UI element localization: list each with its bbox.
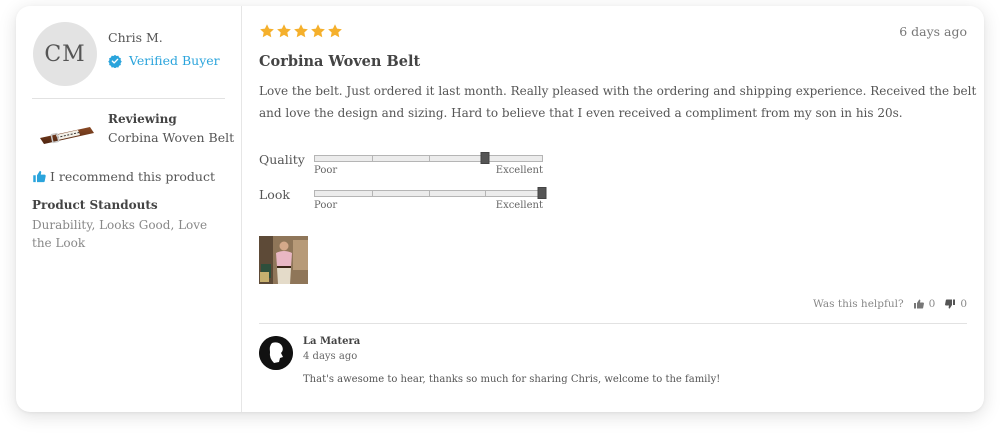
- star-rating: [259, 23, 343, 39]
- helpful-up-count: 0: [928, 298, 936, 310]
- review-body: Love the belt. Just ordered it last mont…: [259, 84, 977, 120]
- reply-date: 4 days ago: [303, 351, 358, 362]
- reviewer-name: Chris M.: [108, 30, 163, 45]
- rating-label: Look: [259, 187, 290, 202]
- star-icon: [294, 24, 308, 38]
- verified-buyer-badge: Verified Buyer: [108, 53, 220, 68]
- recommend-indicator: I recommend this product: [32, 169, 215, 184]
- rating-min-label: Poor: [314, 200, 338, 211]
- verified-check-icon: [108, 54, 122, 68]
- divider: [32, 98, 225, 99]
- review-photo[interactable]: [259, 236, 308, 284]
- rating-marker: [537, 187, 547, 199]
- rating-marker: [480, 152, 490, 164]
- helpful-up-button[interactable]: 0: [913, 298, 936, 310]
- helpful-section: Was this helpful? 0 0: [813, 298, 967, 310]
- review-content: 6 days ago Corbina Woven Belt Love the b…: [243, 6, 984, 412]
- star-icon: [328, 24, 342, 38]
- rating-quality: Quality Poor Excellent: [259, 152, 549, 188]
- reply-text: That's awesome to hear, thanks so much f…: [303, 374, 721, 385]
- rating-max-label: Excellent: [495, 165, 543, 176]
- standouts-title: Product Standouts: [32, 198, 158, 212]
- rating-label: Quality: [259, 152, 305, 167]
- thumbs-up-icon: [913, 299, 924, 309]
- rating-max-label: Excellent: [495, 200, 543, 211]
- helpful-label: Was this helpful?: [813, 298, 904, 310]
- rating-min-label: Poor: [314, 165, 338, 176]
- helpful-down-button[interactable]: 0: [944, 298, 967, 310]
- divider: [259, 323, 967, 324]
- rating-look: Look Poor Excellent: [259, 187, 549, 223]
- brand-logo: [259, 336, 293, 370]
- thumbs-up-icon: [33, 170, 46, 183]
- reviewing-label: Reviewing: [108, 112, 177, 126]
- verified-buyer-label: Verified Buyer: [129, 53, 220, 68]
- standouts-text: Durability, Looks Good, Love the Look: [32, 218, 208, 250]
- review-date: 6 days ago: [899, 24, 967, 39]
- review-title: Corbina Woven Belt: [259, 53, 421, 70]
- star-icon: [277, 24, 291, 38]
- star-icon: [311, 24, 325, 38]
- reviewed-product-name[interactable]: Corbina Woven Belt: [108, 130, 234, 145]
- reviewer-panel: CM Chris M. Verified Buyer Reviewing Cor…: [16, 6, 242, 412]
- rating-scale: [314, 187, 547, 199]
- thumbs-down-icon: [945, 299, 956, 309]
- avatar: CM: [33, 22, 97, 86]
- recommend-text: I recommend this product: [50, 169, 215, 184]
- product-thumbnail[interactable]: [38, 118, 96, 148]
- reply-author: La Matera: [303, 336, 361, 347]
- star-icon: [260, 24, 274, 38]
- helpful-down-count: 0: [960, 298, 967, 310]
- review-card: CM Chris M. Verified Buyer Reviewing Cor…: [16, 6, 984, 412]
- rating-scale: [314, 152, 543, 164]
